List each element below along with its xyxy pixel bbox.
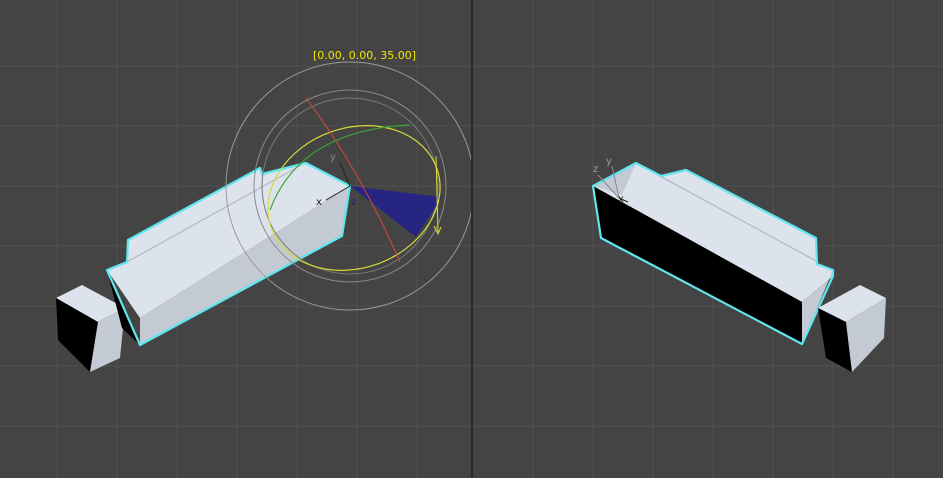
- coordinate-readout: [0.00, 0.00, 35.00]: [313, 49, 416, 62]
- viewport-left[interactable]: [0.00, 0.00, 35.00] x y z: [0, 0, 471, 478]
- axis-label-x-right: x: [618, 194, 624, 205]
- viewport-right-canvas[interactable]: x y z: [473, 0, 943, 478]
- axis-label-y-right: y: [606, 156, 612, 167]
- small-box-object-right[interactable]: [818, 285, 886, 372]
- axis-label-z: z: [351, 197, 356, 208]
- axis-label-y: y: [330, 152, 336, 163]
- long-bar-object-selected[interactable]: [105, 161, 352, 347]
- rotation-angle-wedge: [350, 186, 442, 237]
- viewport-left-canvas[interactable]: [0.00, 0.00, 35.00] x y z: [0, 0, 471, 478]
- axis-label-z-right: z: [593, 164, 598, 175]
- viewport-layout: [0.00, 0.00, 35.00] x y z x y z: [0, 0, 943, 478]
- axis-label-x: x: [316, 197, 322, 208]
- viewport-right[interactable]: x y z: [473, 0, 943, 478]
